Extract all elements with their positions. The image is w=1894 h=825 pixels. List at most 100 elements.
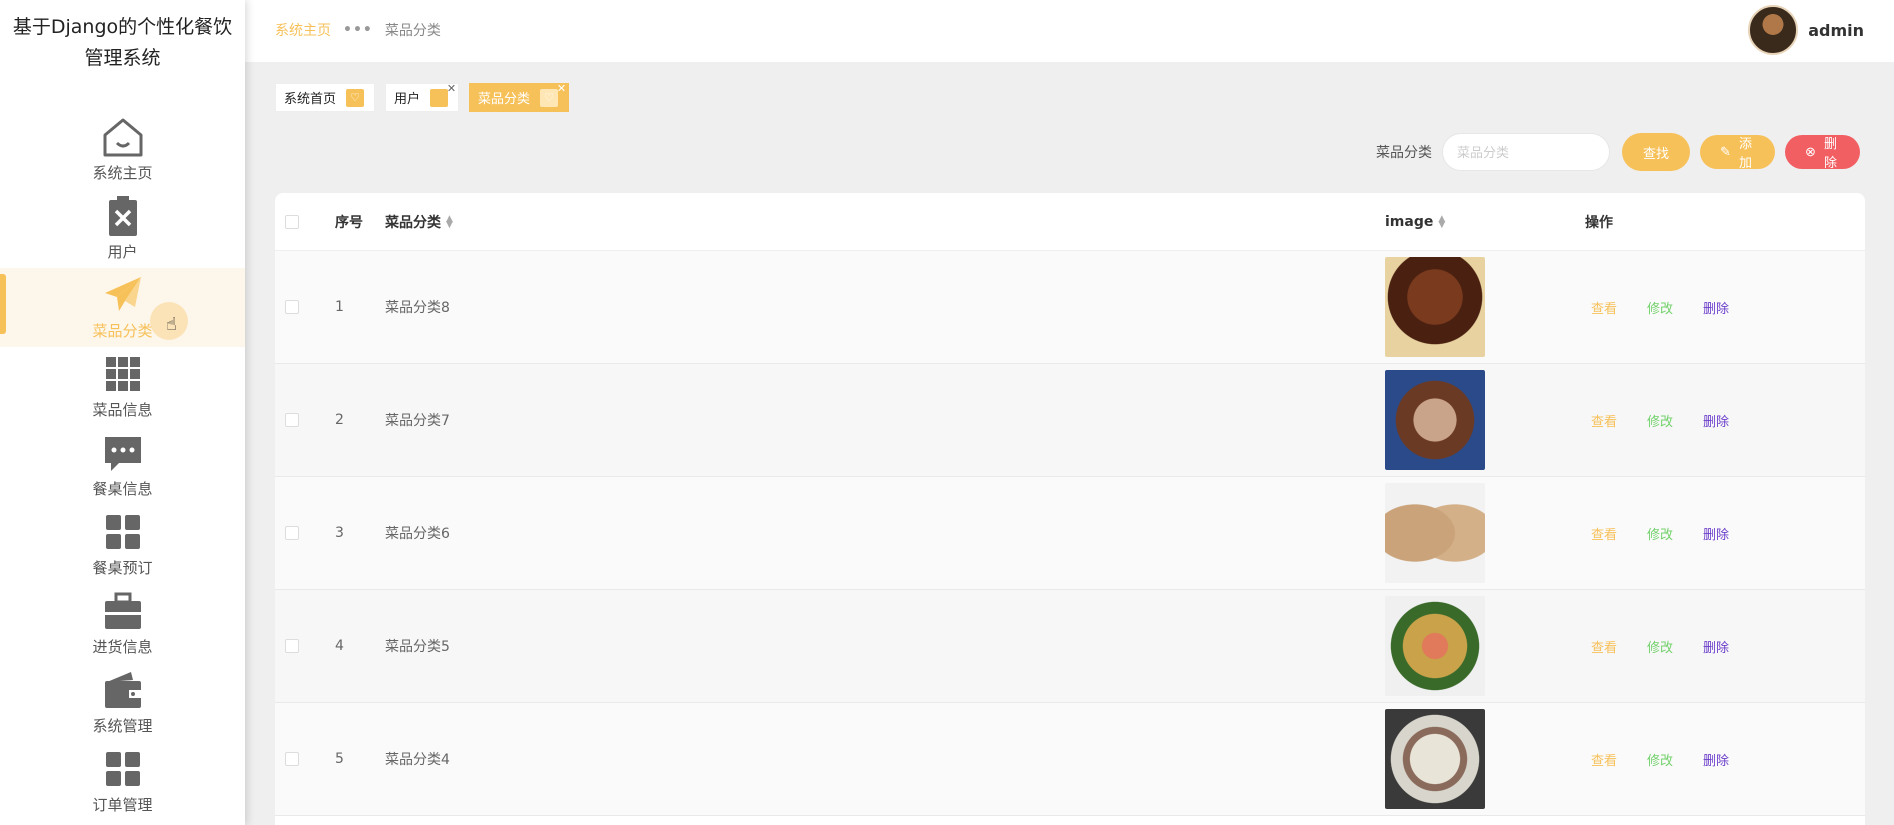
tab-user[interactable]: 用户 ✕ <box>385 82 460 112</box>
row-index: 1 <box>335 299 344 315</box>
sidebar-item-user[interactable]: 用户 <box>0 189 245 268</box>
breadcrumb: 系统主页 ••• 菜品分类 <box>275 20 441 40</box>
user-menu[interactable]: admin <box>1748 5 1864 55</box>
delete-link[interactable]: 删除 <box>1703 298 1729 317</box>
hand-cursor-icon: ☝ <box>166 314 177 335</box>
sidebar-item-table-info[interactable]: 餐桌信息 <box>0 426 245 505</box>
row-checkbox[interactable] <box>285 526 299 540</box>
sidebar-item-dish-category[interactable]: 菜品分类 ☝ <box>0 268 245 347</box>
delete-link[interactable]: 删除 <box>1703 637 1729 656</box>
table-body: 1 菜品分类8 查看 修改 删除 2 菜品分类7 查看 修改 删除 3 菜品分类… <box>275 251 1865 816</box>
four-squares-icon <box>101 747 145 791</box>
tab-dish-category[interactable]: 菜品分类 ♡ ✕ <box>469 82 570 112</box>
tab-home[interactable]: 系统首页 ♡ <box>275 83 376 112</box>
column-header-ops: 操作 <box>1585 214 1613 231</box>
row-name: 菜品分类5 <box>385 639 450 655</box>
app-title: 基于Django的个性化餐饮 管理系统 <box>0 0 245 110</box>
view-link[interactable]: 查看 <box>1591 524 1617 543</box>
tab-label: 系统首页 <box>284 92 337 107</box>
view-link[interactable]: 查看 <box>1591 298 1617 317</box>
food-image <box>1385 257 1485 357</box>
sidebar-item-label: 餐桌预订 <box>92 559 153 577</box>
delete-link[interactable]: 删除 <box>1703 524 1729 543</box>
edit-link[interactable]: 修改 <box>1647 524 1673 543</box>
edit-link[interactable]: 修改 <box>1647 298 1673 317</box>
username[interactable]: admin <box>1808 21 1864 40</box>
row-index: 5 <box>335 751 344 767</box>
row-checkbox[interactable] <box>285 300 299 314</box>
food-image <box>1385 483 1485 583</box>
row-checkbox[interactable] <box>285 752 299 766</box>
close-icon[interactable]: ✕ <box>447 82 456 95</box>
grid-icon <box>101 352 145 396</box>
breadcrumb-home-link[interactable]: 系统主页 <box>275 20 331 40</box>
row-name: 菜品分类7 <box>385 413 450 429</box>
app-title-line1: 基于Django的个性化餐饮 <box>12 16 233 38</box>
sort-icon[interactable]: ▲ ▼ <box>446 214 453 229</box>
table-row: 1 菜品分类8 查看 修改 删除 <box>275 251 1865 364</box>
sidebar: 基于Django的个性化餐饮 管理系统 系统主页 用户 菜品分类 ☝ 菜品信息 … <box>0 0 245 825</box>
sort-icon[interactable]: ▲ ▼ <box>1438 214 1445 229</box>
data-table: 序号 菜品分类 ▲ ▼ image ▲ ▼ 操作 1 菜品分类8 查看 修改 删除 … <box>275 193 1865 825</box>
row-index: 4 <box>335 638 344 654</box>
row-name: 菜品分类4 <box>385 752 450 768</box>
close-icon[interactable]: ✕ <box>557 82 566 95</box>
sidebar-item-label: 餐桌信息 <box>92 480 153 498</box>
table-row: 2 菜品分类7 查看 修改 删除 <box>275 364 1865 477</box>
more-dots-icon: ••• <box>343 22 373 38</box>
sidebar-item-dish-info[interactable]: 菜品信息 <box>0 347 245 426</box>
sidebar-item-label: 订单管理 <box>92 796 153 814</box>
sidebar-item-table-booking[interactable]: 餐桌预订 <box>0 505 245 584</box>
select-all-checkbox[interactable] <box>285 214 299 229</box>
column-header-index: 序号 <box>335 214 363 231</box>
sidebar-item-label: 进货信息 <box>92 638 153 656</box>
tab-label: 菜品分类 <box>478 92 531 107</box>
view-link[interactable]: 查看 <box>1591 411 1617 430</box>
row-checkbox[interactable] <box>285 413 299 427</box>
delete-link[interactable]: 删除 <box>1703 750 1729 769</box>
row-checkbox[interactable] <box>285 639 299 653</box>
column-header-image-label: image <box>1385 213 1434 230</box>
sidebar-item-purchase-info[interactable]: 进货信息 <box>0 584 245 663</box>
sidebar-item-system-management[interactable]: 系统管理 <box>0 663 245 742</box>
tab-bar: 系统首页 ♡ 用户 ✕ 菜品分类 ♡ ✕ <box>275 82 570 112</box>
avatar[interactable] <box>1748 5 1799 55</box>
food-image <box>1385 709 1485 809</box>
edit-link[interactable]: 修改 <box>1647 637 1673 656</box>
delete-button-label: 删除 <box>1823 136 1837 170</box>
edit-link[interactable]: 修改 <box>1647 750 1673 769</box>
sidebar-item-label: 菜品分类 <box>92 322 153 340</box>
food-image <box>1385 370 1485 470</box>
search-bar: 菜品分类 查找 ✎ 添加 ⊗ 删除 <box>1376 133 1860 171</box>
sidebar-item-label: 菜品信息 <box>92 401 153 419</box>
column-header-name-label: 菜品分类 <box>385 214 441 231</box>
column-header-image[interactable]: image ▲ ▼ <box>1385 214 1585 230</box>
home-icon <box>101 115 145 159</box>
table-row: 5 菜品分类4 查看 修改 删除 <box>275 703 1865 816</box>
heart-icon: ♡ <box>346 88 365 107</box>
find-button-label: 查找 <box>1642 145 1669 161</box>
delete-link[interactable]: 删除 <box>1703 411 1729 430</box>
wallet-icon <box>101 668 145 712</box>
add-button[interactable]: ✎ 添加 <box>1700 135 1775 170</box>
view-link[interactable]: 查看 <box>1591 750 1617 769</box>
sidebar-item-home[interactable]: 系统主页 <box>0 110 245 189</box>
table-row: 4 菜品分类5 查看 修改 删除 <box>275 590 1865 703</box>
sidebar-item-label: 用户 <box>107 243 138 261</box>
pencil-icon: ✎ <box>1720 144 1731 159</box>
square-icon <box>430 88 449 107</box>
find-button[interactable]: 查找 <box>1622 133 1690 171</box>
row-index: 3 <box>335 525 344 541</box>
view-link[interactable]: 查看 <box>1591 637 1617 656</box>
delete-button[interactable]: ⊗ 删除 <box>1785 135 1860 170</box>
sidebar-item-order-management[interactable]: 订单管理 <box>0 742 245 821</box>
column-header-name[interactable]: 菜品分类 ▲ ▼ <box>385 212 1385 232</box>
search-label: 菜品分类 <box>1376 145 1432 161</box>
heart-icon: ♡ <box>540 88 559 107</box>
briefcase-icon <box>101 589 145 633</box>
search-input[interactable] <box>1442 133 1610 171</box>
edit-link[interactable]: 修改 <box>1647 411 1673 430</box>
sidebar-item-label: 系统主页 <box>92 164 153 182</box>
table-row: 3 菜品分类6 查看 修改 删除 <box>275 477 1865 590</box>
tab-label: 用户 <box>394 92 421 107</box>
